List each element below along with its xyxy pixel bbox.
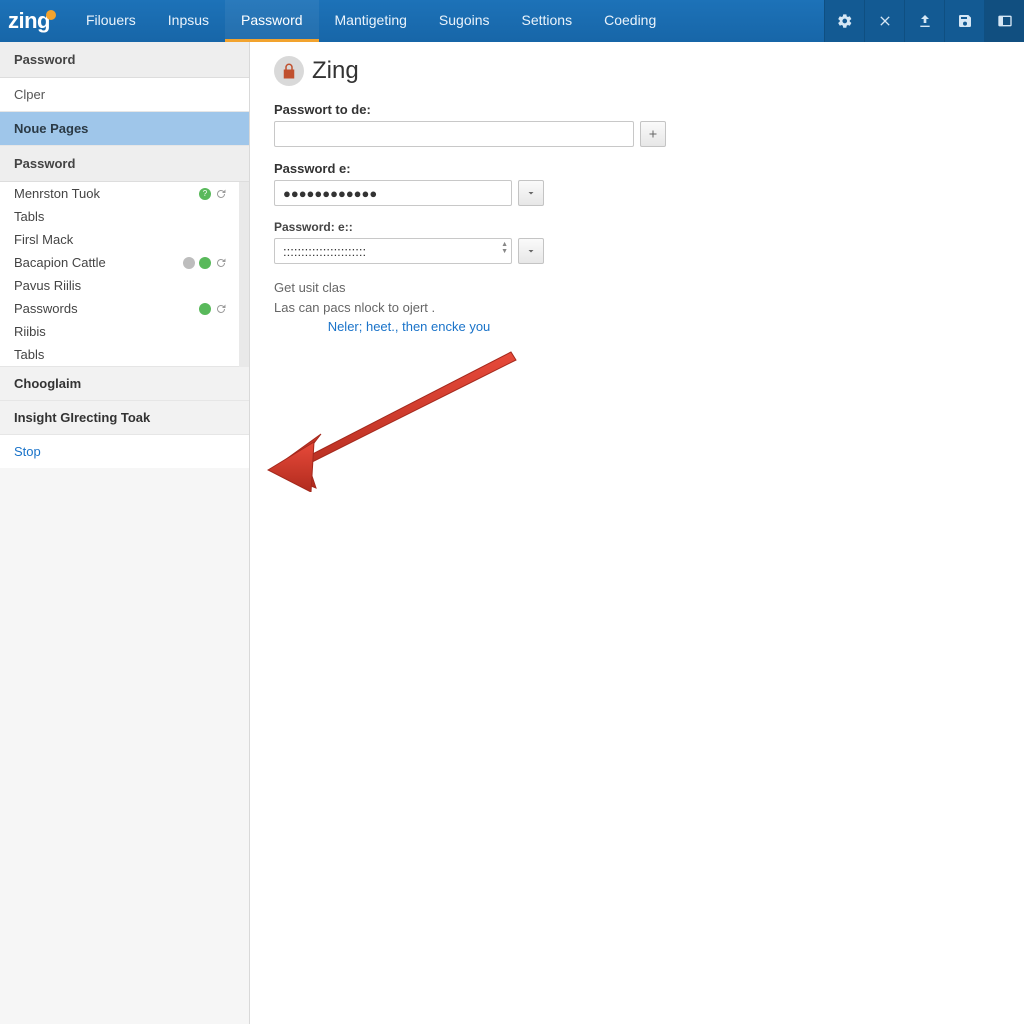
sidebar-section2-title: Password <box>0 146 249 182</box>
close-icon[interactable] <box>864 0 904 42</box>
sidebar-item-clper[interactable]: Clper <box>0 78 249 112</box>
page-title: Zing <box>312 57 359 85</box>
upload-icon[interactable] <box>904 0 944 42</box>
help-line-2: Las can pacs nlock to ojert . <box>274 298 1000 318</box>
topnav-password[interactable]: Password <box>225 0 318 42</box>
sidebar-section1-title: Password <box>0 42 249 78</box>
add-button[interactable] <box>640 121 666 147</box>
status-green-icon <box>199 257 211 269</box>
annotation-arrow-icon <box>256 342 526 492</box>
list-item[interactable]: Passwords <box>0 297 239 320</box>
sidebar-item-label: Noue Pages <box>14 121 88 136</box>
panel-icon[interactable] <box>984 0 1024 42</box>
refresh-icon <box>215 257 227 269</box>
top-bar: zing Filouers Inpsus Password Mantigetin… <box>0 0 1024 42</box>
list-item-badges <box>199 303 227 315</box>
topnav-label: Sugoins <box>439 12 490 28</box>
input-row <box>274 180 1000 206</box>
list-item[interactable]: Menrston Tuok ? <box>0 182 239 205</box>
list-item-label: Firsl Mack <box>14 232 227 247</box>
list-item-label: Passwords <box>14 301 199 316</box>
topnav-settions[interactable]: Settions <box>506 0 589 42</box>
sidebar: Password Clper Noue Pages Password Menrs… <box>0 42 250 1024</box>
topnav-label: Password <box>241 12 302 28</box>
list-item[interactable]: Pavus Riilis <box>0 274 239 297</box>
sidebar-item-noue-pages[interactable]: Noue Pages <box>0 112 249 146</box>
sidebar-item-label: Clper <box>14 87 45 102</box>
sidebar-stop-link[interactable]: Stop <box>0 435 249 468</box>
form-group-3: Password: e:: ▲▼ <box>274 220 1000 264</box>
input-row <box>274 121 1000 147</box>
list-item-label: Menrston Tuok <box>14 186 199 201</box>
page-badge-icon <box>274 56 304 86</box>
help-line-1: Get usit clas <box>274 278 1000 298</box>
status-gray-icon <box>183 257 195 269</box>
save-icon[interactable] <box>944 0 984 42</box>
password-select[interactable] <box>274 238 512 264</box>
dropdown-button[interactable] <box>518 238 544 264</box>
dropdown-button[interactable] <box>518 180 544 206</box>
sidebar-section-insight[interactable]: Insight GIrecting Toak <box>0 401 249 435</box>
list-item[interactable]: Tabls <box>0 205 239 228</box>
list-item-label: Bacapion Cattle <box>14 255 183 270</box>
sidebar-item-label: Insight GIrecting Toak <box>14 410 150 425</box>
topnav-sugoins[interactable]: Sugoins <box>423 0 506 42</box>
list-item[interactable]: Firsl Mack <box>0 228 239 251</box>
sidebar-item-label: Stop <box>14 444 41 459</box>
list-item-label: Pavus Riilis <box>14 278 227 293</box>
layout: Password Clper Noue Pages Password Menrs… <box>0 42 1024 1024</box>
field-label: Passwort to de: <box>274 102 1000 117</box>
sidebar-item-label: Chooglaim <box>14 376 81 391</box>
topnav-filouers[interactable]: Filouers <box>70 0 152 42</box>
main-content: Zing Passwort to de: Password e: Passwor… <box>250 42 1024 1024</box>
topnav-label: Coeding <box>604 12 656 28</box>
list-item[interactable]: Riibis <box>0 320 239 343</box>
topnav-label: Mantigeting <box>335 12 407 28</box>
topnav-label: Filouers <box>86 12 136 28</box>
form-group-2: Password e: <box>274 161 1000 206</box>
brand-logo: zing <box>0 0 70 42</box>
password-to-input[interactable] <box>274 121 634 147</box>
status-green-icon <box>199 303 211 315</box>
list-item[interactable]: Bacapion Cattle <box>0 251 239 274</box>
topnav-inpsus[interactable]: Inpsus <box>152 0 225 42</box>
list-item-label: Tabls <box>14 209 227 224</box>
brand-dot-icon <box>46 10 56 20</box>
settings-icon[interactable] <box>824 0 864 42</box>
sidebar-list: Menrston Tuok ? Tabls Firsl Mack Bacapio… <box>0 182 239 367</box>
list-item[interactable]: Tabls <box>0 343 239 366</box>
topnav-mantigeting[interactable]: Mantigeting <box>319 0 423 42</box>
refresh-icon <box>215 303 227 315</box>
list-item-label: Riibis <box>14 324 227 339</box>
list-item-badges: ? <box>199 188 227 200</box>
password-e-input[interactable] <box>274 180 512 206</box>
sidebar-list-block: Menrston Tuok ? Tabls Firsl Mack Bacapio… <box>0 182 249 367</box>
topnav-coeding[interactable]: Coeding <box>588 0 672 42</box>
select-wrap: ▲▼ <box>274 238 512 264</box>
sidebar-section-chooglaim[interactable]: Chooglaim <box>0 367 249 401</box>
topnav-label: Settions <box>522 12 573 28</box>
brand-text: zing <box>8 8 50 34</box>
top-nav: Filouers Inpsus Password Mantigeting Sug… <box>70 0 824 42</box>
field-label: Password: e:: <box>274 220 1000 234</box>
stepper-arrows-icon: ▲▼ <box>501 241 508 255</box>
refresh-icon <box>215 188 227 200</box>
help-link[interactable]: Neler; heet., then encke you <box>328 319 491 334</box>
input-row: ▲▼ <box>274 238 1000 264</box>
page-title-row: Zing <box>274 56 1000 86</box>
top-icons <box>824 0 1024 42</box>
field-label: Password e: <box>274 161 1000 176</box>
topnav-label: Inpsus <box>168 12 209 28</box>
help-text: Get usit clas Las can pacs nlock to ojer… <box>274 278 1000 337</box>
list-item-badges <box>183 257 227 269</box>
list-item-label: Tabls <box>14 347 227 362</box>
scrollbar[interactable] <box>239 182 249 367</box>
status-green-icon: ? <box>199 188 211 200</box>
form-group-1: Passwort to de: <box>274 102 1000 147</box>
